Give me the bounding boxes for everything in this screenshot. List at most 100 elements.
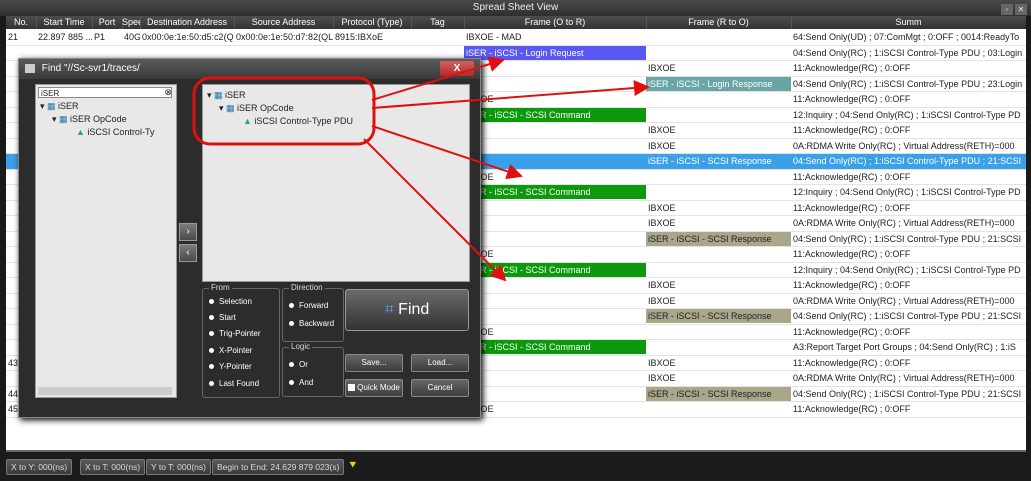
table-row[interactable]: 21 22.897 885 ... P1 40G 0x00:0e:1e:50:d5:c2…	[6, 30, 1026, 46]
cell-r2o	[646, 340, 791, 354]
from-selection-radio[interactable]: Selection	[209, 297, 252, 306]
left-panel-scrollbar[interactable]	[38, 387, 172, 395]
cell-r2o: IBXOE	[648, 63, 676, 73]
from-y-pointer-radio[interactable]: Y-Pointer	[209, 362, 252, 371]
cell-summary: 04:Send Only(RC) ; 1:iSCSI Control-Type …	[793, 156, 1022, 166]
x-to-t-readout[interactable]: X to T: 000(ns)	[80, 459, 146, 475]
column-header-10[interactable]: Summ	[791, 16, 1026, 29]
cell-o2r	[464, 371, 646, 385]
add-arrow-button[interactable]: ›	[179, 223, 197, 241]
cell-summary: 11:Acknowledge(RC) ; 0:OFF	[793, 171, 911, 182]
cell-summary: 04:Send Only(RC) ; 1:iSCSI Control-Type …	[793, 311, 1022, 321]
remove-arrow-button[interactable]: ‹	[179, 244, 197, 262]
cell-o2r	[464, 61, 646, 75]
from-last-found-radio[interactable]: Last Found	[209, 379, 259, 388]
column-header-2[interactable]: Port	[92, 16, 123, 29]
cell-summary: 64:Send Only(UD) ; 07:ComMgt ; 0:OFF ; 0…	[793, 32, 1020, 42]
selected-tree-iser-opcode[interactable]: ▾ ▦ iSER OpCode	[219, 103, 294, 114]
y-to-t-readout[interactable]: Y to T: 000(ns)	[146, 459, 211, 475]
dialog-app-icon	[25, 63, 35, 73]
window-titlebar: Spread Sheet View ▫ ✕	[0, 0, 1031, 16]
cell-r2o: iSER - iSCSI - SCSI Response	[646, 309, 791, 323]
folder-icon: ▦	[226, 103, 238, 113]
cell-o2r: iSER - iSCSI - Login Request	[464, 45, 646, 60]
quick-mode-button[interactable]: Quick Mode	[345, 379, 403, 397]
restore-icon[interactable]: ▫	[1001, 4, 1013, 15]
expand-icon: ▾	[40, 101, 48, 111]
cell-o2r	[464, 77, 646, 91]
logic-and-radio[interactable]: And	[289, 378, 313, 387]
cell-no: 21	[8, 32, 19, 42]
cell-summary: 11:Acknowledge(RC) ; 0:OFF	[793, 357, 911, 368]
folder-icon: ▦	[47, 101, 59, 111]
from-start-radio[interactable]: Start	[209, 313, 236, 322]
cell-summary: 0A:RDMA Write Only(RC) ; Virtual Address…	[793, 218, 1015, 228]
cell-summary: 04:Send Only(RC) ; 1:iSCSI Control-Type …	[793, 388, 1022, 399]
cell-summary: 0A:RDMA Write Only(RC) ; Virtual Address…	[793, 373, 1015, 383]
marker-icon[interactable]: ⯆	[348, 458, 358, 473]
cell-summary: 04:Send Only(RC) ; 1:iSCSI Control-Type …	[793, 47, 1023, 58]
cancel-button[interactable]: Cancel	[411, 379, 469, 397]
column-header-3[interactable]: Speed	[122, 16, 141, 29]
cell-proto: 8915:IBXoE	[335, 32, 384, 42]
cell-summary: 0A:RDMA Write Only(RC) ; Virtual Address…	[793, 295, 1015, 306]
save-button[interactable]: Save...	[345, 354, 403, 372]
logic-or-radio[interactable]: Or	[289, 360, 308, 369]
clear-search-icon[interactable]: ⊗	[164, 87, 172, 98]
cell-o2r: iSER - iSCSI - SCSI Command	[464, 340, 646, 354]
cell-summary: 04:Send Only(RC) ; 1:iSCSI Control-Type …	[793, 233, 1022, 244]
column-header-1[interactable]: Start Time	[36, 16, 93, 29]
cell-r2o: IBXOE	[648, 373, 676, 383]
cell-summary: 04:Send Only(RC) ; 1:iSCSI Control-Type …	[793, 78, 1023, 89]
column-header-8[interactable]: Frame (O to R)	[464, 16, 647, 29]
find-dialog: Find "//Sc-svr1/traces/ X iSER ⊗ ▾ ▦ iSE…	[18, 58, 481, 418]
from-trig-pointer-radio[interactable]: Trig-Pointer	[209, 329, 261, 338]
cell-r2o	[646, 92, 791, 106]
cell-summary: 11:Acknowledge(RC) ; 0:OFF	[793, 326, 911, 337]
cell-r2o	[646, 325, 791, 339]
cell-o2r	[464, 309, 646, 323]
selected-tree-iser[interactable]: ▾ ▦ iSER	[207, 90, 246, 101]
direction-forward-radio[interactable]: Forward	[289, 301, 328, 310]
cell-summary: 11:Acknowledge(RC) ; 0:OFF	[793, 63, 911, 73]
direction-group: Direction Forward Backward	[282, 283, 344, 342]
leaf-icon: ▲	[76, 127, 88, 137]
column-header-9[interactable]: Frame (R to O)	[646, 16, 792, 29]
close-icon[interactable]: ✕	[1015, 4, 1027, 15]
from-x-pointer-radio[interactable]: X-Pointer	[209, 346, 252, 355]
logic-group: Logic Or And	[282, 342, 344, 397]
cell-o2r: iSER - iSCSI - SCSI Command	[464, 262, 646, 277]
cell-o2r	[464, 154, 646, 168]
column-header: No.Start TimePortSpeedDestination Addres…	[6, 16, 1026, 29]
tree-item-iscsi-control[interactable]: ▲ iSCSI Control-Ty	[76, 127, 154, 137]
cell-o2r: iSER - iSCSI - SCSI Command	[464, 107, 646, 122]
cell-summary: 0A:RDMA Write Only(RC) ; Virtual Address…	[793, 140, 1015, 151]
right-tree-panel: ▾ ▦ iSER ▾ ▦ iSER OpCode ▲ iSCSI Control…	[202, 84, 470, 282]
direction-backward-radio[interactable]: Backward	[289, 319, 334, 328]
column-header-6[interactable]: Protocol (Type)	[333, 16, 412, 29]
cell-r2o	[646, 263, 791, 277]
column-header-5[interactable]: Source Address	[234, 16, 334, 29]
cell-dst: 0x00:0e:1e:50:d5:c2(QL...	[142, 32, 234, 42]
column-header-0[interactable]: No.	[6, 16, 37, 29]
cell-r2o: iSER - iSCSI - SCSI Response	[646, 231, 791, 246]
find-button[interactable]: ⌗ Find	[345, 289, 469, 331]
cell-summary: A3:Report Target Port Groups ; 04:Send O…	[793, 342, 1016, 352]
begin-to-end-readout[interactable]: Begin to End: 24.629 879 023(s)	[212, 459, 345, 475]
tree-item-iser[interactable]: ▾ ▦ iSER	[40, 101, 79, 112]
search-input[interactable]: iSER	[38, 87, 172, 98]
cell-o2r	[464, 294, 646, 308]
expand-icon: ▾	[207, 90, 215, 100]
dialog-close-button[interactable]: X	[440, 61, 474, 76]
folder-icon: ▦	[214, 90, 226, 100]
cell-o2r	[464, 387, 646, 401]
selected-tree-iscsi-control[interactable]: ▲ iSCSI Control-Type PDU	[243, 116, 353, 126]
cell-r2o: IBXOE	[648, 280, 676, 290]
x-to-y-readout[interactable]: X to Y: 000(ns)	[6, 459, 73, 475]
column-header-4[interactable]: Destination Address	[140, 16, 235, 29]
cell-o2r	[464, 232, 646, 246]
load-button[interactable]: Load...	[411, 354, 469, 372]
cell-summary: 11:Acknowledge(RC) ; 0:OFF	[793, 94, 911, 104]
tree-item-iser-opcode[interactable]: ▾ ▦ iSER OpCode	[52, 114, 127, 125]
column-header-7[interactable]: Tag	[411, 16, 465, 29]
